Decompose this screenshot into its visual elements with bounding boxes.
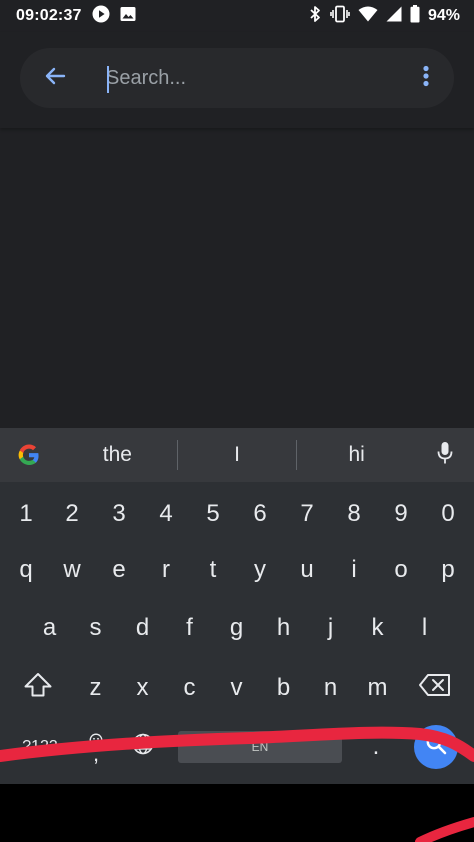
key-3[interactable]: 3 <box>95 485 143 543</box>
key-j[interactable]: j <box>307 599 354 657</box>
key-6[interactable]: 6 <box>236 485 284 543</box>
comma-label: , <box>92 741 100 766</box>
search-key[interactable] <box>408 718 464 776</box>
bottom-row: ?123 , EN . <box>0 718 474 776</box>
key-4[interactable]: 4 <box>142 485 190 543</box>
qwerty-row: q w e r t y u i o p <box>0 541 474 599</box>
key-s[interactable]: s <box>72 599 119 657</box>
space-bar-surface: EN <box>178 731 342 763</box>
key-9[interactable]: 9 <box>377 485 425 543</box>
number-row: 1 2 3 4 5 6 7 8 9 0 <box>0 485 474 543</box>
shift-key[interactable] <box>10 659 66 717</box>
search-input[interactable] <box>90 58 402 98</box>
vibrate-icon <box>330 5 350 28</box>
shift-icon <box>23 672 53 705</box>
search-header <box>0 32 474 128</box>
space-bar[interactable]: EN <box>178 718 342 776</box>
key-l[interactable]: l <box>401 599 448 657</box>
key-5[interactable]: 5 <box>189 485 237 543</box>
key-q[interactable]: q <box>0 541 52 599</box>
suggestion-2[interactable]: I <box>178 428 297 482</box>
signal-icon <box>386 6 402 27</box>
search-bar <box>20 48 454 108</box>
search-icon <box>425 733 447 762</box>
key-n[interactable]: n <box>307 659 354 717</box>
key-m[interactable]: m <box>354 659 401 717</box>
asdf-row: a s d f g h j k l <box>0 599 474 657</box>
suggestion-1[interactable]: the <box>58 428 177 482</box>
play-notification-icon <box>92 5 110 28</box>
image-notification-icon <box>120 6 136 27</box>
status-time: 09:02:37 <box>16 7 82 24</box>
key-0[interactable]: 0 <box>424 485 472 543</box>
zxcv-row: z x c v b n m <box>0 659 474 717</box>
battery-percentage: 94% <box>427 7 460 24</box>
globe-icon <box>132 733 154 762</box>
key-p[interactable]: p <box>424 541 472 599</box>
back-button[interactable] <box>20 48 90 108</box>
comma-emoji-key[interactable]: , <box>74 718 118 776</box>
navigation-bar-area <box>0 784 474 842</box>
key-o[interactable]: o <box>377 541 425 599</box>
arrow-back-icon <box>43 64 67 93</box>
key-d[interactable]: d <box>119 599 166 657</box>
microphone-button[interactable] <box>416 428 474 482</box>
key-v[interactable]: v <box>213 659 260 717</box>
key-w[interactable]: w <box>48 541 96 599</box>
key-r[interactable]: r <box>142 541 190 599</box>
key-c[interactable]: c <box>166 659 213 717</box>
key-g[interactable]: g <box>213 599 260 657</box>
battery-icon <box>410 4 420 28</box>
key-7[interactable]: 7 <box>283 485 331 543</box>
key-z[interactable]: z <box>72 659 119 717</box>
language-switch-key[interactable] <box>121 718 165 776</box>
backspace-key[interactable] <box>406 659 464 717</box>
status-bar: 09:02:37 94% <box>0 0 474 32</box>
key-u[interactable]: u <box>283 541 331 599</box>
more-vert-icon <box>422 65 430 92</box>
microphone-icon <box>437 441 453 470</box>
space-bar-label: EN <box>251 740 269 754</box>
more-options-button[interactable] <box>402 48 450 108</box>
suggestion-strip: the I hi <box>0 428 474 482</box>
key-1[interactable]: 1 <box>0 485 52 543</box>
key-8[interactable]: 8 <box>330 485 378 543</box>
google-logo-icon[interactable] <box>0 428 58 482</box>
key-a[interactable]: a <box>26 599 73 657</box>
symbols-key[interactable]: ?123 <box>10 718 70 776</box>
search-key-circle <box>414 725 458 769</box>
suggestion-3[interactable]: hi <box>297 428 416 482</box>
wifi-icon <box>358 6 378 27</box>
key-f[interactable]: f <box>166 599 213 657</box>
bluetooth-icon <box>308 5 322 28</box>
soft-keyboard: the I hi 1 2 3 4 5 6 7 8 9 0 q w e r t y… <box>0 428 474 784</box>
app-content-area <box>0 32 474 428</box>
key-x[interactable]: x <box>119 659 166 717</box>
key-h[interactable]: h <box>260 599 307 657</box>
key-k[interactable]: k <box>354 599 401 657</box>
backspace-icon <box>418 673 452 704</box>
key-2[interactable]: 2 <box>48 485 96 543</box>
key-b[interactable]: b <box>260 659 307 717</box>
key-i[interactable]: i <box>330 541 378 599</box>
period-key[interactable]: . <box>354 718 398 776</box>
text-cursor <box>107 66 109 93</box>
emoji-icon <box>89 727 103 747</box>
key-t[interactable]: t <box>189 541 237 599</box>
key-e[interactable]: e <box>95 541 143 599</box>
key-y[interactable]: y <box>236 541 284 599</box>
